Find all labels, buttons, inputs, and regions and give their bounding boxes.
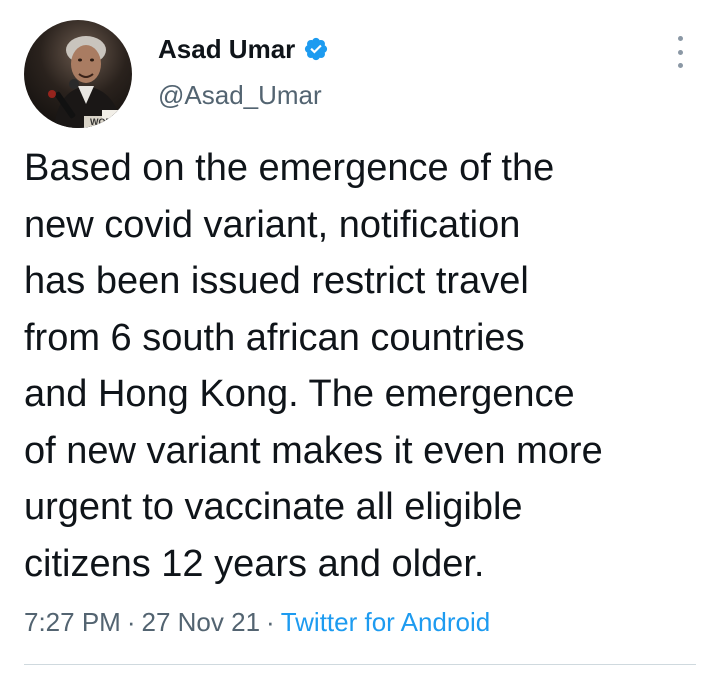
verified-badge-icon [303, 36, 329, 62]
tweet-text-line: citizens 12 years and older. [24, 542, 485, 585]
tweet-date[interactable]: 27 Nov 21 [142, 607, 261, 637]
tweet-text-line: urgent to vaccinate all eligible [24, 486, 523, 528]
tweet-metadata: 7:27 PM · 27 Nov 21 · Twitter for Android [24, 604, 490, 640]
tweet-text-line: of new variant makes it even more [24, 429, 603, 472]
avatar-photo: WORL [48, 36, 132, 128]
tweet-text-line: Based on the emergence of the [24, 147, 555, 189]
user-handle[interactable]: @Asad_Umar [158, 80, 322, 110]
dot-icon [677, 49, 683, 55]
meta-separator: · [126, 607, 136, 637]
author-name-row: Asad Umar [158, 34, 329, 64]
display-name[interactable]: Asad Umar [158, 34, 295, 64]
divider [24, 664, 696, 665]
avatar-caption: WORL [90, 117, 118, 127]
tweet-text-line: and Hong Kong. The emergence [24, 373, 575, 415]
tweet-text-line: new covid variant, notification [24, 203, 521, 246]
tweet-text-line: from 6 south african countries [24, 316, 525, 359]
tweet-text: Based on the emergence of the new covid … [24, 140, 708, 592]
tweet-card: WORL Asad Umar @Asad_Umar Based on the e… [0, 0, 720, 680]
tweet-source-link[interactable]: Twitter for Android [281, 607, 491, 637]
more-options-icon[interactable] [670, 36, 690, 68]
tweet-time[interactable]: 7:27 PM [24, 607, 121, 637]
tweet-text-line: has been issued restrict travel [24, 260, 529, 302]
avatar[interactable]: WORL [24, 20, 132, 128]
dot-icon [677, 63, 683, 68]
meta-separator: · [266, 607, 275, 637]
dot-icon [677, 36, 683, 41]
